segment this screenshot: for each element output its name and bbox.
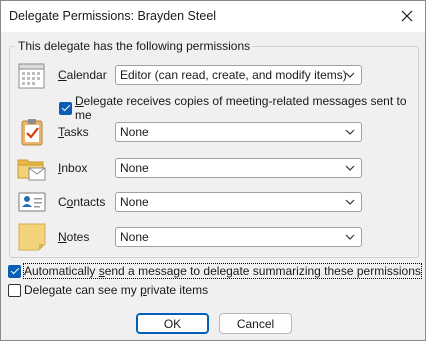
contacts-permission-select[interactable]: None: [115, 192, 362, 212]
tasks-label: Tasks: [58, 125, 89, 139]
auto-send-summary-checkbox[interactable]: Automatically send a message to delegate…: [8, 263, 422, 279]
tasks-clipboard-icon: [21, 119, 43, 146]
inbox-folder-icon: [17, 159, 46, 181]
calendar-icon: [18, 63, 45, 89]
auto-send-summary-checkbox-box[interactable]: [8, 264, 21, 278]
chevron-down-icon: [345, 199, 355, 205]
notes-permission-select[interactable]: None: [115, 227, 362, 247]
chevron-down-icon: [345, 234, 355, 240]
contacts-label: Contacts: [58, 195, 106, 209]
chevron-down-icon: [345, 129, 355, 135]
inbox-label: Inbox: [58, 161, 88, 175]
private-items-label: Delegate can see my private items: [24, 283, 209, 297]
permission-row-inbox: Inbox None: [1, 153, 425, 183]
notes-label: Notes: [58, 230, 90, 244]
notes-permission-value: None: [120, 230, 149, 244]
permission-row-calendar: Calendar Editor (can read, create, and m…: [1, 60, 425, 90]
contact-card-icon: [18, 192, 46, 212]
calendar-label: Calendar: [58, 68, 107, 82]
permissions-group-legend: This delegate has the following permissi…: [15, 39, 254, 53]
tasks-permission-value: None: [120, 125, 149, 139]
sticky-note-icon: [18, 223, 46, 251]
contacts-permission-value: None: [120, 195, 149, 209]
cancel-button[interactable]: Cancel: [219, 313, 292, 334]
close-icon: [401, 10, 413, 22]
tasks-permission-select[interactable]: None: [115, 122, 362, 142]
permission-row-contacts: Contacts None: [1, 187, 425, 217]
private-items-checkbox[interactable]: Delegate can see my private items: [8, 283, 208, 297]
inbox-permission-select[interactable]: None: [115, 158, 362, 178]
dialog-title: Delegate Permissions: Brayden Steel: [9, 9, 217, 23]
delegate-permissions-dialog: Delegate Permissions: Brayden Steel This…: [0, 0, 426, 341]
private-items-checkbox-box[interactable]: [8, 283, 21, 297]
permission-row-notes: Notes None: [1, 222, 425, 252]
close-button[interactable]: [395, 5, 419, 27]
title-bar: Delegate Permissions: Brayden Steel: [1, 1, 425, 32]
chevron-down-icon: [345, 72, 355, 78]
meeting-copies-checkbox-box[interactable]: [59, 101, 72, 115]
auto-send-summary-label: Automatically send a message to delegate…: [23, 263, 422, 279]
inbox-permission-value: None: [120, 161, 149, 175]
permission-row-tasks: Tasks None: [1, 117, 425, 147]
ok-button[interactable]: OK: [136, 313, 209, 334]
calendar-permission-value: Editor (can read, create, and modify ite…: [120, 68, 347, 82]
calendar-permission-select[interactable]: Editor (can read, create, and modify ite…: [115, 65, 362, 85]
chevron-down-icon: [345, 165, 355, 171]
